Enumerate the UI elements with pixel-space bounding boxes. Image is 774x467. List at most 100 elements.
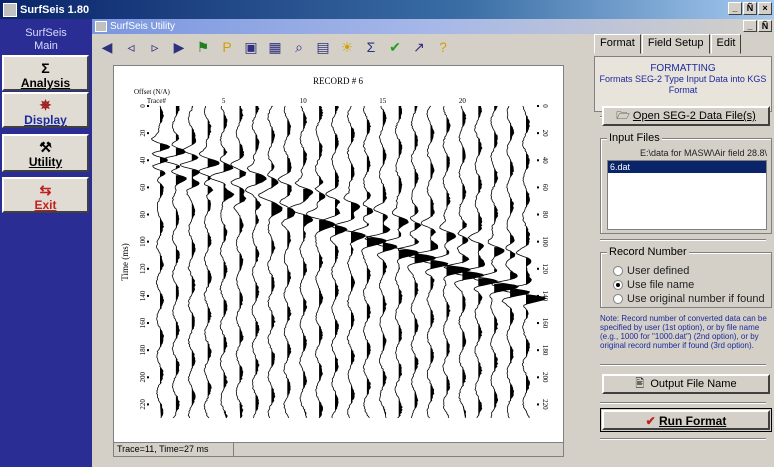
app-title: SurfSeis 1.80: [20, 3, 90, 16]
y-tick-label-right: 80: [541, 211, 549, 219]
y-tick-mark: [537, 403, 539, 406]
format-description: Formats SEG-2 Type Input Data into KGS F…: [599, 74, 767, 95]
help-icon[interactable]: ?: [434, 38, 452, 56]
display-label: Display: [24, 113, 67, 127]
y-tick-label-right: 160: [541, 318, 549, 329]
output-file-name-button[interactable]: 🖹 Output File Name: [602, 374, 770, 394]
record-number-label: Record Number: [607, 246, 689, 258]
seismic-record-plot[interactable]: RECORD # 6 Offset (N/A)Trace# 5 10 15 20 Time …: [114, 66, 563, 442]
y-tick-mark: [147, 213, 149, 216]
tab-edit[interactable]: Edit: [710, 34, 742, 54]
y-tick-mark: [537, 349, 539, 352]
child-window-icon: [95, 21, 107, 32]
seismic-trace: [501, 105, 547, 419]
y-tick-label-left: 140: [139, 290, 147, 301]
seismic-trace: [230, 105, 247, 419]
display-icon: ✵: [39, 97, 52, 113]
radio-original-number[interactable]: Use original number if found: [613, 292, 765, 306]
y-axis-label: Time (ms): [120, 243, 130, 280]
radio-use-file-name-label: Use file name: [627, 279, 695, 291]
check-icon[interactable]: ✔: [386, 38, 404, 56]
y-tick-label-right: 220: [541, 399, 549, 410]
y-tick-label-left: 0: [139, 104, 147, 108]
tab-format[interactable]: Format: [594, 34, 641, 54]
offset-label: Offset (N/A): [134, 88, 171, 96]
child-minimize-button[interactable]: _: [743, 20, 757, 32]
y-tick-mark: [147, 376, 149, 379]
y-tick-mark: [147, 349, 149, 352]
y-tick-mark: [147, 322, 149, 325]
plot-title: RECORD # 6: [313, 76, 364, 86]
file-list-item[interactable]: 6.dat: [608, 161, 766, 173]
y-tick-label-right: 60: [541, 184, 549, 192]
monitor-icon[interactable]: ▤: [314, 38, 332, 56]
open-seg2-button[interactable]: 🗁 Open SEG-2 Data File(s): [602, 106, 770, 126]
child-window-title: SurfSeis Utility: [110, 21, 176, 32]
window-icon[interactable]: ▣: [242, 38, 260, 56]
radio-user-defined-label: User defined: [627, 265, 690, 277]
trace-fill: [335, 106, 347, 413]
run-format-button[interactable]: ✔ Run Format: [600, 408, 772, 432]
utility-icon: ⚒: [39, 139, 52, 155]
radio-original-number-label: Use original number if found: [627, 293, 765, 305]
child-restore-button[interactable]: Ñ: [758, 20, 772, 32]
y-tick-label-left: 80: [139, 211, 147, 219]
y-tick-label-left: 180: [139, 344, 147, 355]
record-number-note: Note: Record number of converted data ca…: [600, 314, 767, 350]
input-files-label: Input Files: [607, 132, 662, 144]
y-tick-mark: [537, 213, 539, 216]
radio-use-file-name[interactable]: Use file name: [613, 278, 765, 292]
divider: [600, 402, 766, 404]
status-text: Trace=11, Time=27 ms: [114, 443, 234, 456]
trace-tick-label: 20: [459, 97, 467, 105]
y-tick-label-right: 180: [541, 345, 549, 356]
utility-button[interactable]: ⚒ Utility: [2, 134, 89, 172]
seismic-trace: [331, 105, 366, 419]
toolbar: ◀ ◃ ▹ ▶ ⚑ P ▣ ▦ ⌕ ▤ ☀ Σ ✔ ↗?: [92, 34, 592, 60]
run-format-inner: ✔ Run Format: [602, 410, 770, 430]
close-button[interactable]: ×: [758, 2, 772, 15]
trace-tick-label: 5: [222, 97, 226, 105]
format-description-box: FORMATTING Formats SEG-2 Type Input Data…: [594, 56, 772, 112]
y-tick-label-right: 100: [541, 236, 549, 247]
display-button[interactable]: ✵ Display: [2, 92, 89, 128]
table-icon[interactable]: ▦: [266, 38, 284, 56]
input-path: E:\data for MASW\Air field 28.8\: [639, 148, 767, 158]
analysis-button[interactable]: Σ Analysis: [2, 55, 89, 91]
y-tick-label-right: 0: [541, 104, 549, 108]
y-tick-mark: [537, 159, 539, 162]
trace-fill: [382, 110, 397, 418]
seismic-trace: [277, 105, 296, 419]
minimize-button[interactable]: _: [728, 2, 742, 15]
context-help-icon[interactable]: ↗: [410, 38, 428, 56]
step-back-icon[interactable]: ◃: [122, 38, 140, 56]
sum-icon[interactable]: Σ: [362, 38, 380, 56]
tab-field-setup[interactable]: Field Setup: [641, 34, 710, 54]
seismic-plot-frame: RECORD # 6 Offset (N/A) Trace# 5 10 15 20 Time …: [113, 65, 564, 457]
radio-user-defined[interactable]: User defined: [613, 264, 765, 278]
input-files-list[interactable]: 6.dat: [607, 160, 767, 230]
y-tick-mark: [147, 186, 149, 189]
pick-icon[interactable]: ⚑: [194, 38, 212, 56]
open-seg2-label: Open SEG-2 Data File(s): [632, 110, 756, 122]
status-bar: Trace=11, Time=27 ms: [114, 442, 563, 456]
step-forward-icon[interactable]: ▹: [146, 38, 164, 56]
divider: [600, 438, 766, 440]
arrow-right-icon[interactable]: ▶: [170, 38, 188, 56]
checkmark-icon: ✔: [645, 414, 660, 428]
app-icon: [3, 2, 17, 17]
y-tick-mark: [147, 132, 149, 135]
exit-button[interactable]: ⇆ Exit: [2, 177, 89, 213]
seismic-trace: [209, 105, 235, 419]
y-tick-mark: [147, 240, 149, 243]
bulb-icon[interactable]: ☀: [338, 38, 356, 56]
y-tick-mark: [147, 403, 149, 406]
format-panel: Format Field Setup Edit FORMATTING Forma…: [592, 34, 774, 467]
y-tick-label-left: 20: [139, 129, 147, 137]
restore-button[interactable]: Ñ: [743, 2, 757, 15]
seismic-trace: [198, 105, 220, 419]
flag-icon[interactable]: P: [218, 38, 236, 56]
arrow-left-icon[interactable]: ◀: [98, 38, 116, 56]
trace-fill: [271, 106, 283, 406]
zoom-icon[interactable]: ⌕: [290, 38, 308, 56]
